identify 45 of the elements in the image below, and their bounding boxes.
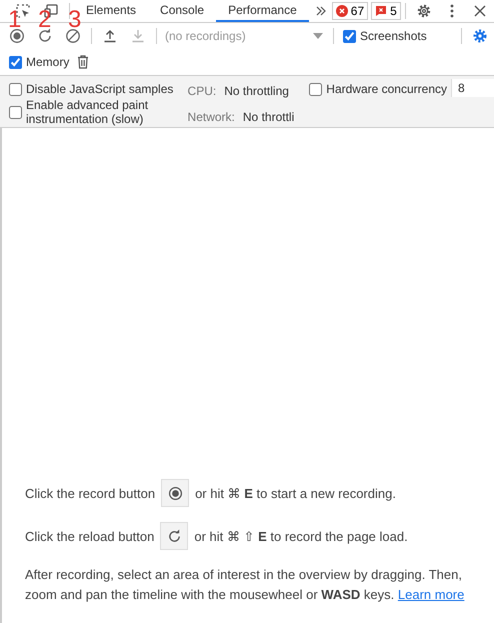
checkbox-label: Enable advanced paint instrumentation (slow) — [26, 98, 150, 126]
record-button[interactable] — [161, 479, 190, 507]
instruction-text: or hit ⌘ ⇧ E to record the page load. — [194, 528, 408, 544]
network-label: Network: — [188, 110, 235, 124]
panel-tab[interactable]: Performance — [216, 0, 309, 22]
checkbox-label: Screenshots — [360, 29, 427, 43]
option-checkbox[interactable] — [9, 82, 22, 96]
annotation-number: 2 — [38, 8, 52, 32]
clear-icon[interactable] — [65, 28, 81, 44]
annotation-number: 1 — [8, 8, 22, 32]
message-icon — [375, 5, 388, 17]
error-icon — [336, 5, 348, 17]
hardware-checkbox[interactable] — [309, 82, 322, 96]
warning-counter[interactable]: 5 — [371, 2, 401, 20]
option-checkbox[interactable] — [9, 106, 22, 118]
dropdown-caret-icon — [313, 33, 323, 39]
close-icon[interactable] — [472, 3, 488, 19]
settings-icon[interactable] — [472, 28, 488, 44]
cpu-dropdown[interactable]: No throttling — [224, 84, 289, 98]
checkbox-label: Memory — [26, 55, 70, 69]
reload-icon[interactable] — [37, 28, 53, 44]
checkbox-label: Hardware concurrency — [326, 82, 447, 96]
error-counter[interactable]: 67 — [332, 2, 368, 20]
chevron-icon[interactable] — [314, 5, 327, 17]
checkbox-label: Disable JavaScript samples — [26, 82, 174, 96]
cpu-label: CPU: — [188, 84, 216, 98]
network-dropdown[interactable]: No throttli — [242, 110, 294, 124]
screenshots-checkbox[interactable] — [343, 30, 356, 42]
instruction-text: Click the record button — [25, 486, 156, 500]
panel-tab[interactable]: Console — [148, 0, 216, 22]
error-count: 67 — [350, 4, 364, 18]
warning-count: 5 — [390, 4, 397, 18]
record-icon — [168, 486, 183, 500]
upload-icon[interactable] — [102, 28, 118, 44]
record-icon[interactable] — [9, 28, 25, 44]
memory-checkbox[interactable] — [9, 56, 22, 68]
settings-icon[interactable] — [416, 3, 432, 19]
instruction-text: Click the reload button — [25, 528, 154, 544]
reload-icon — [166, 528, 182, 544]
reload-button[interactable] — [160, 522, 188, 550]
learn-more-link[interactable]: Learn more — [398, 587, 464, 602]
instruction-text: or hit ⌘ E to start a new recording. — [195, 486, 396, 500]
annotation-number: 3 — [68, 8, 82, 32]
concurrency-field[interactable]: 8 — [451, 79, 494, 97]
instruction-text: After recording, select an area of interest in the overview by dragging. Then, zoom and pan the timeline with the mousewheel or WASD keys. Learn more — [25, 566, 466, 604]
